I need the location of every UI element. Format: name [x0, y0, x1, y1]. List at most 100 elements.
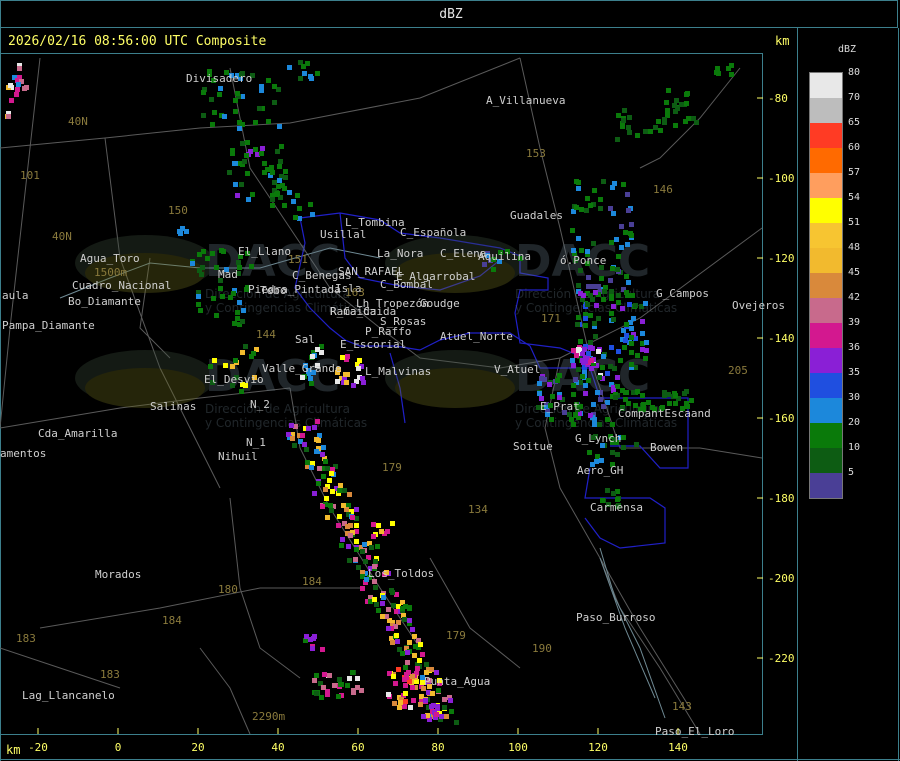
- radar-echo: [298, 76, 303, 81]
- place-label: N_1: [246, 436, 266, 449]
- radar-echo: [266, 78, 271, 83]
- radar-echo: [392, 701, 397, 706]
- radar-echo: [190, 261, 195, 266]
- radar-echo: [297, 206, 302, 211]
- place-label: Mad: [218, 268, 238, 281]
- radar-echo: [635, 389, 640, 394]
- radar-echo: [609, 240, 614, 245]
- radar-echo: [272, 100, 277, 105]
- radar-echo: [251, 351, 256, 356]
- radar-echo: [611, 317, 616, 322]
- radar-echo: [407, 605, 412, 610]
- radar-echo: [278, 159, 283, 164]
- radar-echo: [434, 712, 439, 717]
- radar-echo: [332, 683, 337, 688]
- place-label: 179: [446, 629, 466, 642]
- radar-echo: [369, 545, 374, 550]
- radar-echo: [344, 380, 349, 385]
- radar-echo: [212, 358, 217, 363]
- legend-swatch-54: [810, 198, 842, 223]
- radar-echo: [386, 626, 391, 631]
- place-label: V_Atuel: [494, 363, 540, 376]
- radar-echo: [644, 348, 649, 353]
- radar-echo: [259, 151, 264, 156]
- radar-echo: [350, 515, 355, 520]
- radar-echo: [436, 688, 441, 693]
- road-line: [39, 587, 360, 629]
- y-tick-label: -220: [768, 652, 795, 665]
- radar-echo: [235, 193, 240, 198]
- legend-swatch-45: [810, 273, 842, 298]
- radar-echo: [237, 126, 242, 131]
- radar-echo: [16, 82, 21, 87]
- radar-map[interactable]: DACCDirección de Agriculturay Contingenc…: [0, 28, 797, 759]
- x-tick-label: 60: [351, 741, 364, 754]
- radar-echo: [537, 391, 542, 396]
- place-label: SAN_RAFAEL: [338, 265, 405, 278]
- radar-echo: [260, 146, 265, 151]
- radar-echo: [235, 310, 240, 315]
- radar-echo: [249, 264, 254, 269]
- place-label: 101: [20, 169, 40, 182]
- radar-echo: [363, 559, 368, 564]
- legend-swatch-30: [810, 398, 842, 423]
- place-label: C_Bombal: [380, 278, 433, 291]
- road-line: [429, 557, 521, 669]
- radar-echo: [597, 422, 602, 427]
- place-label: E_Prat: [540, 400, 580, 413]
- radar-echo: [320, 452, 325, 457]
- radar-echo: [626, 280, 631, 285]
- radar-echo: [624, 290, 629, 295]
- radar-echo: [270, 197, 275, 202]
- radar-echo: [621, 435, 626, 440]
- place-label: 40N: [68, 115, 88, 128]
- radar-echo: [599, 276, 604, 281]
- radar-echo: [340, 537, 345, 542]
- radar-echo: [578, 339, 583, 344]
- radar-echo: [291, 199, 296, 204]
- place-label: Atuel_Norte: [440, 330, 513, 343]
- radar-echo: [237, 300, 242, 305]
- radar-echo: [373, 559, 378, 564]
- place-label: 40N: [52, 230, 72, 243]
- x-tick-label: 40: [271, 741, 284, 754]
- radar-echo: [576, 186, 581, 191]
- radar-echo: [275, 191, 280, 196]
- place-label: L_Tombina: [345, 216, 405, 229]
- radar-echo: [222, 114, 227, 119]
- radar-echo: [253, 147, 258, 152]
- radar-echo: [598, 206, 603, 211]
- frame-bottom: [0, 759, 900, 760]
- radar-echo: [715, 66, 720, 71]
- radar-echo: [347, 492, 352, 497]
- place-label: amentos: [0, 447, 46, 460]
- radar-echo: [626, 208, 631, 213]
- radar-echo: [290, 436, 295, 441]
- place-label: aula: [2, 289, 29, 302]
- radar-echo: [220, 294, 225, 299]
- radar-echo: [629, 350, 634, 355]
- radar-echo: [324, 496, 329, 501]
- radar-echo: [555, 378, 560, 383]
- place-label: N_2: [250, 398, 270, 411]
- radar-echo: [371, 534, 376, 539]
- radar-echo: [601, 404, 606, 409]
- y-tick-label: -180: [768, 492, 795, 505]
- radar-echo: [277, 178, 282, 183]
- radar-echo: [197, 268, 202, 273]
- legend-value-36: 36: [848, 342, 861, 353]
- radar-echo: [625, 192, 630, 197]
- radar-echo: [666, 88, 671, 93]
- x-tick-label: 140: [668, 741, 688, 754]
- legend-value-20: 20: [848, 417, 861, 428]
- radar-echo: [306, 426, 311, 431]
- legend-swatch-48: [810, 248, 842, 273]
- radar-echo: [547, 382, 552, 387]
- radar-echo: [403, 699, 408, 704]
- radar-echo: [354, 523, 359, 528]
- place-label: El_Desvio: [204, 373, 264, 386]
- radar-echo: [653, 125, 658, 130]
- radar-echo: [337, 514, 342, 519]
- watermark-line1: Dirección de Agricultura: [205, 402, 350, 416]
- radar-echo: [444, 714, 449, 719]
